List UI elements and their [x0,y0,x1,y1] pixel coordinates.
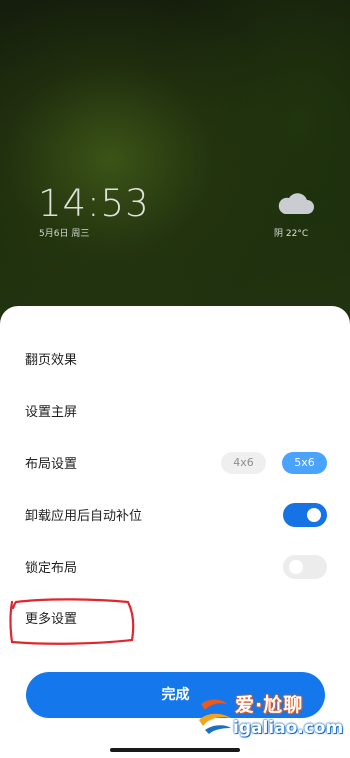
annotation-circle [9,598,135,645]
watermark-text-en: igaliao.com [233,718,344,738]
page-effect-label: 翻页效果 [25,353,78,368]
lock-layout-row: 锁定布局 [0,547,350,587]
navigation-bar [0,742,350,758]
layout-label: 布局设置 [25,457,78,472]
toggle-knob [307,508,321,522]
weather-text: 阴 22°C [274,229,309,239]
page-effect-row[interactable]: 翻页效果 [0,339,350,379]
layout-row: 布局设置 4x6 5x6 [0,443,350,483]
toggle-knob [289,560,303,574]
watermark: 爱·尬聊 igaliao.com [195,688,345,744]
auto-fill-row: 卸载应用后自动补位 [0,495,350,535]
home-indicator[interactable] [110,748,240,752]
clock-time: 14:53 [38,182,150,225]
watermark-text-cn: 爱·尬聊 [235,694,304,716]
layout-option-5x6[interactable]: 5x6 [282,452,327,474]
watermark-logo [199,699,231,734]
auto-fill-label: 卸载应用后自动补位 [25,509,143,524]
cloud-icon [278,193,314,214]
lock-layout-label: 锁定布局 [25,561,78,576]
clock-date: 5月6日 周三 [39,229,90,239]
home-screen-row[interactable]: 设置主屏 [0,391,350,431]
lock-layout-toggle[interactable] [283,555,327,579]
home-screen-label: 设置主屏 [25,405,78,420]
layout-option-4x6[interactable]: 4x6 [221,452,266,474]
auto-fill-toggle[interactable] [283,503,327,527]
